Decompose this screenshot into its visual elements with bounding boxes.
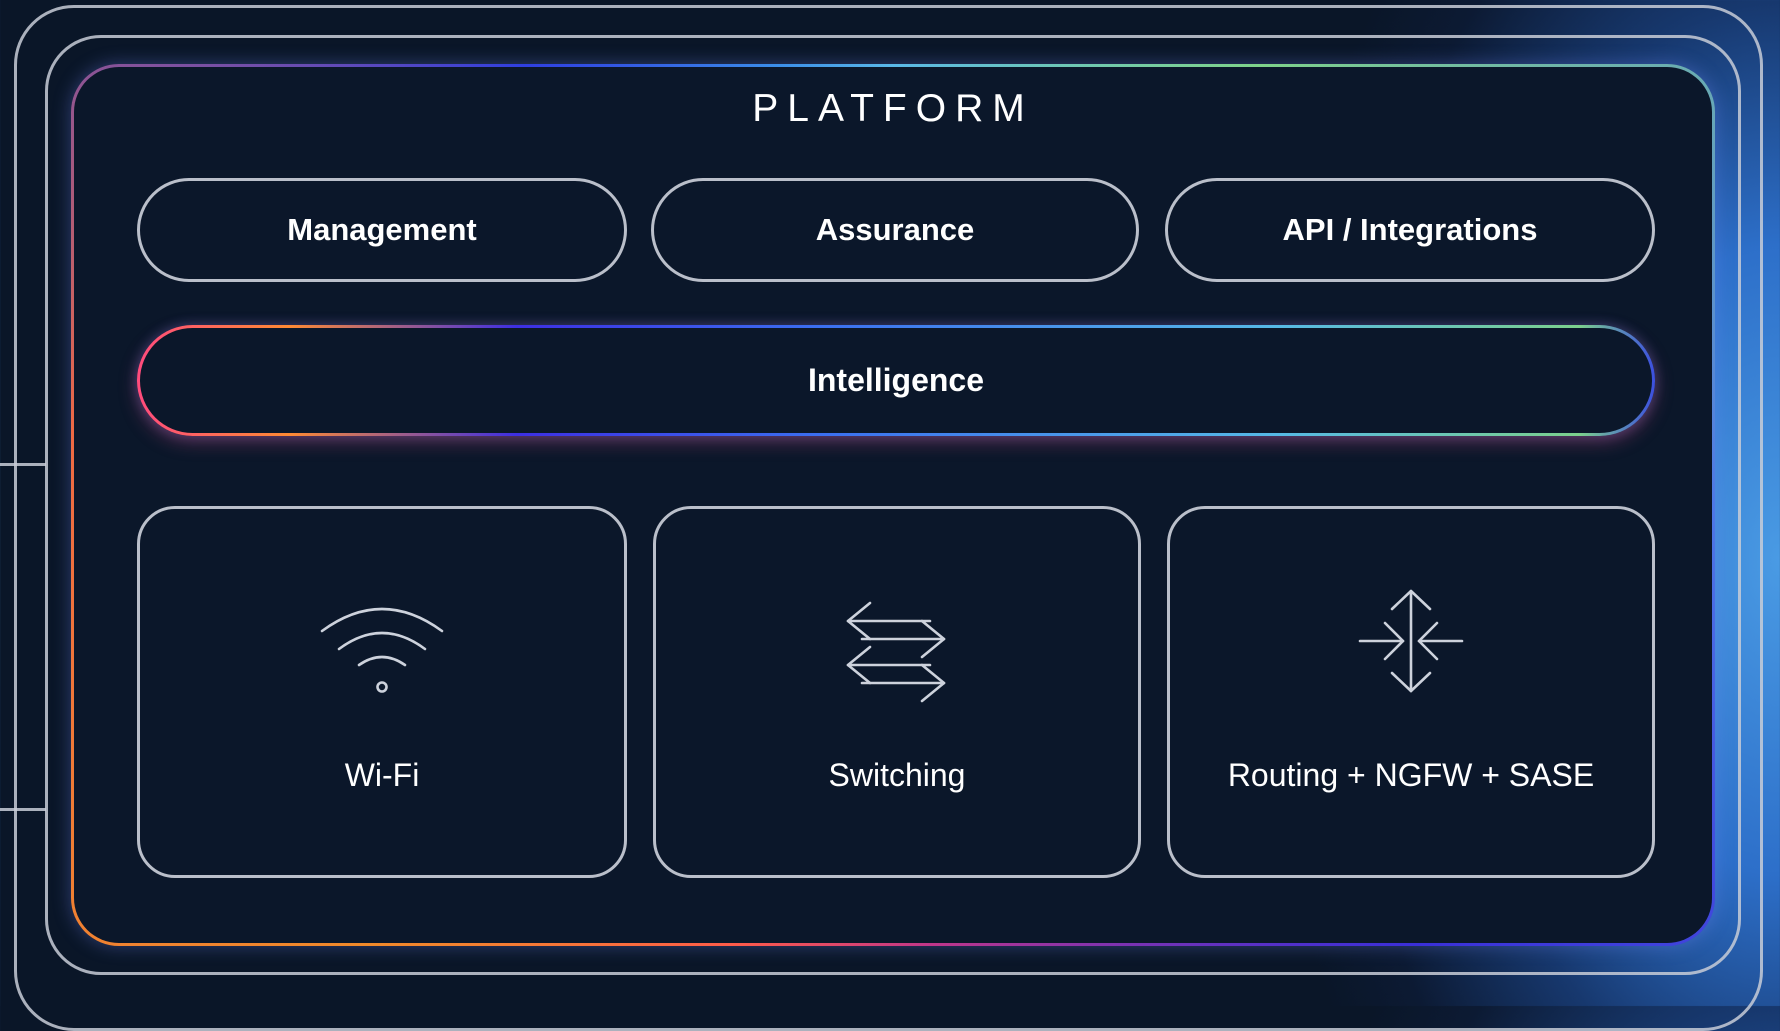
- intelligence-label: Intelligence: [807, 362, 985, 398]
- management-label: Management: [287, 212, 477, 247]
- switching-arrows-icon: [846, 601, 946, 703]
- wifi-label: Wi-Fi: [344, 757, 420, 793]
- routing-arrows-icon: [1358, 589, 1464, 693]
- assurance-label: Assurance: [815, 212, 975, 247]
- wifi-icon: [320, 607, 444, 693]
- management-pill[interactable]: Management: [137, 178, 627, 282]
- assurance-pill[interactable]: Assurance: [651, 178, 1139, 282]
- platform-panel-inner: PLATFORM Management Assurance API / Inte…: [74, 67, 1712, 943]
- connector-line-upper: [0, 463, 46, 466]
- api-integrations-label: API / Integrations: [1282, 212, 1538, 247]
- api-integrations-pill[interactable]: API / Integrations: [1165, 178, 1655, 282]
- wifi-card[interactable]: Wi-Fi: [137, 506, 627, 878]
- switching-card[interactable]: Switching: [653, 506, 1141, 878]
- connector-line-lower: [0, 808, 46, 811]
- intelligence-bar-inner: Intelligence: [140, 328, 1652, 433]
- intelligence-bar[interactable]: Intelligence: [137, 325, 1655, 436]
- routing-card[interactable]: Routing + NGFW + SASE: [1167, 506, 1655, 878]
- switching-label: Switching: [828, 757, 966, 793]
- platform-panel: PLATFORM Management Assurance API / Inte…: [71, 64, 1715, 946]
- routing-label: Routing + NGFW + SASE: [1227, 757, 1595, 793]
- platform-title: PLATFORM: [752, 87, 1034, 130]
